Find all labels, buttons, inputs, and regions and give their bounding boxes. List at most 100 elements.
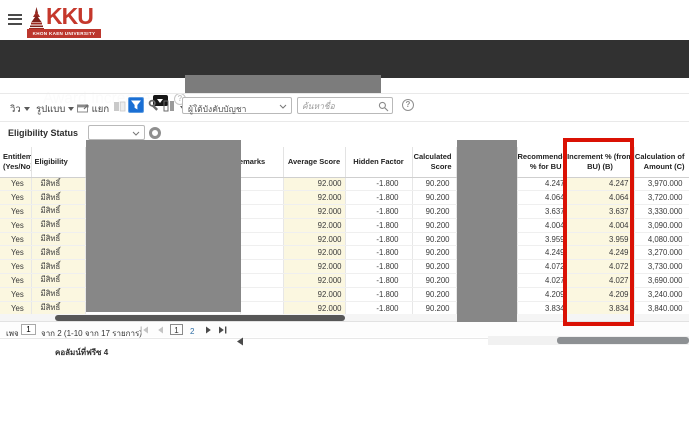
cell-recommended_pct: 3.637 — [517, 205, 566, 219]
cell-hidden_factor: -1.800 — [345, 191, 412, 205]
page-2-link[interactable]: 2 — [190, 327, 194, 336]
cell-remarks — [240, 260, 283, 274]
view-menu[interactable]: วิว — [10, 102, 30, 117]
cell-calculated_score: 90.200 — [412, 218, 456, 232]
cell-entitlement: Yes — [0, 274, 31, 288]
cell-entitlement: Yes — [0, 177, 31, 191]
redacted-factor-column — [457, 140, 517, 322]
cell-average_score: 92.000 — [283, 205, 345, 219]
wrench-icon[interactable] — [148, 99, 161, 112]
cell-average_score: 92.000 — [283, 177, 345, 191]
divider — [0, 121, 689, 122]
freeze-columns-icon[interactable] — [113, 100, 126, 113]
cell-remarks — [240, 232, 283, 246]
eligibility-status-label: Eligibility Status — [8, 128, 78, 138]
cell-recommended_pct: 4.249 — [517, 246, 566, 260]
cell-hidden_factor: -1.800 — [345, 246, 412, 260]
cell-amount: 3,690.000 — [634, 274, 689, 288]
cell-eligibility: มีสิทธิ์ — [31, 191, 85, 205]
search-icon[interactable] — [378, 101, 389, 112]
cell-entitlement: Yes — [0, 205, 31, 219]
previous-page-icon[interactable] — [157, 326, 164, 334]
current-page-indicator: 1 — [170, 324, 183, 335]
panel-collapse-icon[interactable] — [236, 337, 244, 346]
funnel-icon — [129, 98, 143, 112]
cell-eligibility: มีสิทธิ์ — [31, 218, 85, 232]
cell-amount: 3,840.000 — [634, 301, 689, 315]
cell-hidden_factor: -1.800 — [345, 260, 412, 274]
cell-hidden_factor: -1.800 — [345, 218, 412, 232]
column-header-hidden_factor[interactable]: Hidden Factor — [345, 147, 412, 177]
chevron-down-icon — [279, 104, 287, 109]
cell-entitlement: Yes — [0, 260, 31, 274]
column-header-recommended_pct[interactable]: Recommended % for BU — [517, 147, 566, 177]
cell-hidden_factor: -1.800 — [345, 301, 412, 315]
cell-calculated_score: 90.200 — [412, 246, 456, 260]
cell-eligibility: มีสิทธิ์ — [31, 205, 85, 219]
format-menu[interactable]: รูปแบบ — [36, 102, 74, 117]
cell-entitlement: Yes — [0, 287, 31, 301]
cell-remarks — [240, 246, 283, 260]
first-page-icon[interactable] — [140, 326, 149, 334]
chevron-down-icon — [68, 107, 74, 111]
page-number-input[interactable] — [21, 324, 36, 335]
cell-amount: 3,720.000 — [634, 191, 689, 205]
column-header-amount[interactable]: Calculation of Amount (C) — [634, 147, 689, 177]
app-window: KKU KHON KAEN UNIVERSITY Award Increase … — [0, 0, 689, 438]
eligibility-status-select[interactable] — [88, 125, 145, 140]
cell-remarks — [240, 205, 283, 219]
next-page-icon[interactable] — [205, 326, 212, 334]
column-header-remarks[interactable]: Remarks — [240, 147, 283, 177]
last-page-icon[interactable] — [218, 326, 227, 334]
cell-average_score: 92.000 — [283, 260, 345, 274]
cell-calculated_score: 90.200 — [412, 301, 456, 315]
cell-recommended_pct: 4.064 — [517, 191, 566, 205]
increment-column-highlight-box — [563, 138, 634, 326]
search-input[interactable] — [302, 99, 376, 112]
cell-calculated_score: 90.200 — [412, 274, 456, 288]
column-header-entitlement[interactable]: Entitlem (Yes/No) — [0, 147, 31, 177]
cell-calculated_score: 90.200 — [412, 232, 456, 246]
cell-average_score: 92.000 — [283, 287, 345, 301]
search-field — [297, 97, 393, 114]
detach-button[interactable]: แยก — [77, 102, 109, 117]
cell-calculated_score: 90.200 — [412, 205, 456, 219]
table-hscrollbar-thumb[interactable] — [55, 315, 345, 321]
cell-hidden_factor: -1.800 — [345, 274, 412, 288]
go-button[interactable] — [149, 127, 161, 139]
hamburger-menu-icon[interactable] — [8, 14, 22, 25]
cell-calculated_score: 90.200 — [412, 177, 456, 191]
cell-eligibility: มีสิทธิ์ — [31, 260, 85, 274]
cell-average_score: 92.000 — [283, 218, 345, 232]
scope-select[interactable]: ผู้ใต้บังคับบัญชา — [182, 97, 292, 114]
chevron-down-icon — [24, 107, 30, 111]
reorder-columns-icon[interactable] — [163, 100, 175, 112]
kku-logo-text: KKU — [46, 3, 93, 30]
cell-eligibility: มีสิทธิ์ — [31, 274, 85, 288]
cell-entitlement: Yes — [0, 301, 31, 315]
cell-entitlement: Yes — [0, 191, 31, 205]
detach-icon — [77, 103, 89, 113]
cell-calculated_score: 90.200 — [412, 260, 456, 274]
cell-recommended_pct: 4.004 — [517, 218, 566, 232]
cell-remarks — [240, 301, 283, 315]
filter-button[interactable] — [128, 97, 144, 113]
cell-eligibility: มีสิทธิ์ — [31, 177, 85, 191]
kku-emblem-icon — [28, 7, 45, 30]
cell-amount: 3,270.000 — [634, 246, 689, 260]
cell-remarks — [240, 274, 283, 288]
cell-entitlement: Yes — [0, 218, 31, 232]
cell-calculated_score: 90.200 — [412, 287, 456, 301]
cell-average_score: 92.000 — [283, 232, 345, 246]
cell-amount: 3,090.000 — [634, 218, 689, 232]
kku-logo-subtext: KHON KAEN UNIVERSITY — [27, 29, 101, 38]
column-header-average_score[interactable]: Average Score — [283, 147, 345, 177]
cell-amount: 3,970.000 — [634, 177, 689, 191]
cell-eligibility: มีสิทธิ์ — [31, 301, 85, 315]
cell-amount: 3,330.000 — [634, 205, 689, 219]
help-icon[interactable]: ? — [402, 99, 414, 111]
page-hscrollbar-thumb[interactable] — [557, 337, 689, 344]
brand-header: KKU KHON KAEN UNIVERSITY — [0, 0, 689, 40]
column-header-eligibility[interactable]: Eligibility — [31, 147, 85, 177]
column-header-calculated_score[interactable]: Calculated Score — [412, 147, 456, 177]
